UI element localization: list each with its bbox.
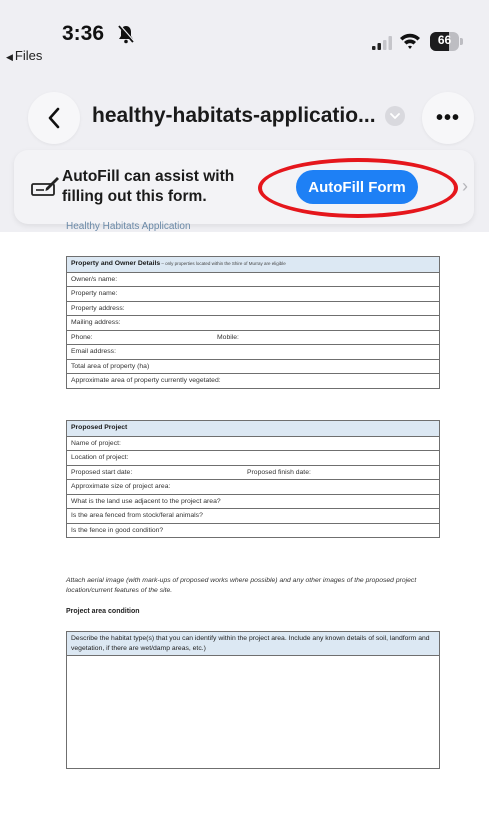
form-field-fenced[interactable]: Is the area fenced from stock/feral anim…: [67, 508, 439, 523]
property-owner-table: Property and Owner Details – only proper…: [66, 256, 440, 389]
form-field-fence-condition[interactable]: Is the fence in good condition?: [67, 522, 439, 538]
condition-prompt: Describe the habitat type(s) that you ca…: [67, 632, 439, 656]
status-time: 3:36: [62, 22, 105, 45]
phone-label: Phone:: [71, 333, 93, 341]
form-field-project-location[interactable]: Location of project:: [67, 450, 439, 465]
autofill-message: AutoFill can assist with filling out thi…: [62, 168, 235, 205]
form-field-mailing-address[interactable]: Mailing address:: [67, 315, 439, 330]
form-field-project-size[interactable]: Approximate size of project area:: [67, 479, 439, 494]
form-field-vegetated-area[interactable]: Approximate area of property currently v…: [67, 373, 439, 388]
proposed-project-table: Proposed Project Name of project: Locati…: [66, 420, 440, 538]
form-field-adjacent-land-use[interactable]: What is the land use adjacent to the pro…: [67, 493, 439, 509]
status-bar: 3:36 ◀ Files 66: [0, 0, 489, 70]
more-button[interactable]: •••: [422, 92, 474, 144]
table-header-note: – only properties located within the Shi…: [160, 261, 286, 266]
wifi-icon: [400, 33, 420, 49]
table-header: Proposed Project: [67, 421, 439, 436]
ellipsis-icon: •••: [435, 106, 460, 129]
form-field-start-date[interactable]: Proposed start date: Proposed finish date…: [67, 464, 439, 480]
document-title[interactable]: healthy-habitats-applicatio...: [92, 104, 376, 128]
form-field-owner-name[interactable]: Owner/s name:: [67, 271, 439, 287]
table-header-label: Property and Owner Details: [71, 260, 161, 267]
chevron-left-icon: [48, 107, 60, 129]
form-field-phone[interactable]: Phone: Mobile:: [67, 329, 439, 345]
back-to-files-link[interactable]: ◀ Files: [6, 48, 42, 63]
form-field-email[interactable]: Email address:: [67, 344, 439, 359]
form-field-project-name[interactable]: Name of project:: [67, 435, 439, 451]
form-field-property-name[interactable]: Property name:: [67, 286, 439, 301]
chevron-right-icon: ›: [462, 176, 468, 196]
chevron-down-icon: [390, 112, 400, 119]
back-button[interactable]: [28, 92, 80, 144]
table-header: Property and Owner Details – only proper…: [67, 257, 439, 272]
highlight-annotation: [258, 158, 458, 218]
form-field-total-area[interactable]: Total area of property (ha): [67, 358, 439, 374]
start-date-label: Proposed start date:: [71, 468, 133, 476]
form-field-property-address[interactable]: Property address:: [67, 300, 439, 316]
battery-indicator: 66: [430, 32, 464, 51]
pencil-form-icon: [31, 177, 59, 196]
form-field-condition-description[interactable]: Describe the habitat type(s) that you ca…: [66, 631, 440, 769]
back-app-label: Files: [14, 48, 43, 63]
finish-date-label: Proposed finish date:: [247, 468, 311, 476]
title-menu-button[interactable]: [385, 106, 405, 126]
condition-section-title: Project area condition: [66, 608, 140, 615]
cellular-signal-icon: [372, 36, 392, 50]
attach-note: Attach aerial image (with mark-ups of pr…: [66, 577, 417, 594]
form-heading: Healthy Habitats Application: [66, 221, 191, 232]
pdf-page: Healthy Habitats Application Property an…: [0, 221, 489, 818]
battery-level: 66: [437, 33, 452, 47]
bell-slash-icon: [118, 24, 135, 44]
mobile-label: Mobile:: [217, 333, 239, 341]
